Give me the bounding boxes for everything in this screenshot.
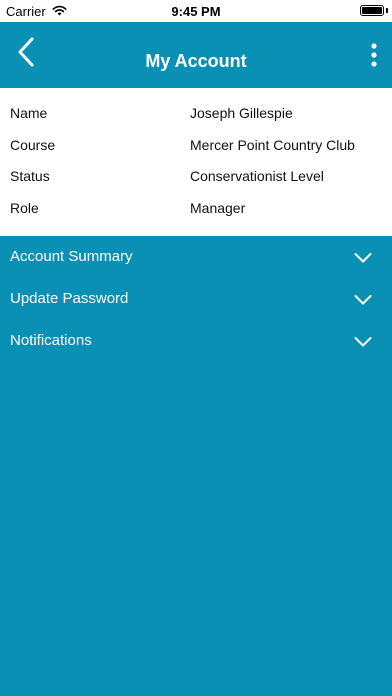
chevron-down-icon (354, 293, 372, 305)
my-account-screen: Carrier 9:45 PM My Account Name Joseph G… (0, 0, 392, 696)
battery-tip (386, 8, 388, 13)
section-label: Account Summary (10, 248, 133, 265)
battery-icon (360, 5, 384, 16)
account-info-card: Name Joseph Gillespie Course Mercer Poin… (0, 88, 392, 236)
info-row-name: Name Joseph Gillespie (0, 88, 392, 121)
info-value: Joseph Gillespie (190, 105, 293, 121)
info-value: Manager (190, 200, 246, 216)
status-bar: Carrier 9:45 PM (0, 0, 392, 22)
chevron-down-icon (354, 251, 372, 263)
update-password-section[interactable]: Update Password (0, 278, 392, 320)
info-value: Conservationist Level (190, 168, 324, 184)
page-title: My Account (145, 51, 247, 71)
notifications-section[interactable]: Notifications (0, 320, 392, 362)
section-label: Notifications (10, 332, 92, 349)
info-label: Status (10, 168, 50, 184)
account-summary-section[interactable]: Account Summary (0, 236, 392, 278)
info-label: Name (10, 105, 48, 121)
chevron-down-icon (354, 335, 372, 347)
info-row-status: Status Conservationist Level (0, 151, 392, 184)
info-row-role: Role Manager (0, 183, 392, 216)
info-label: Role (10, 200, 39, 216)
more-vertical-icon (371, 42, 377, 72)
status-time: 9:45 PM (171, 4, 221, 19)
nav-bar: My Account (0, 22, 392, 88)
info-row-course: Course Mercer Point Country Club (0, 120, 392, 153)
section-label: Update Password (10, 290, 129, 307)
more-options-button[interactable] (362, 42, 386, 72)
